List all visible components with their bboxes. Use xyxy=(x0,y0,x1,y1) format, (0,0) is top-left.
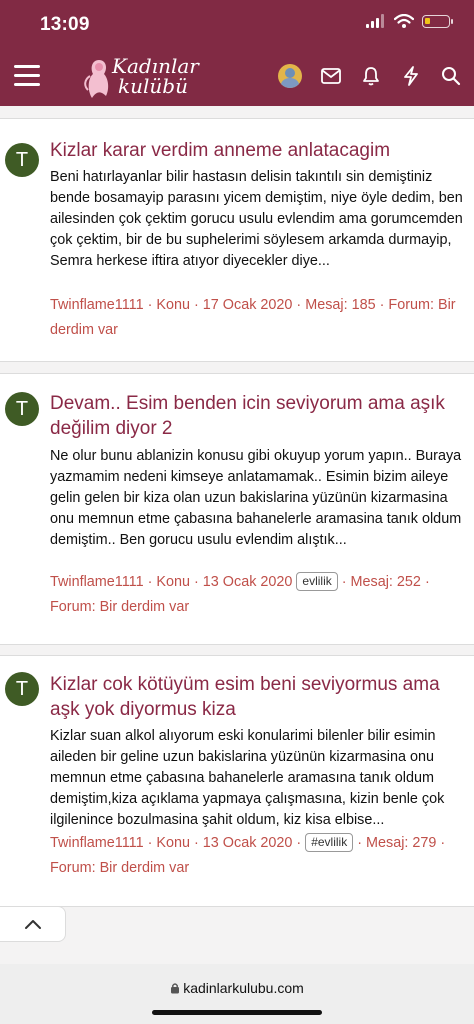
result-avatar[interactable]: T xyxy=(5,392,39,426)
result-snippet: Kizlar suan alkol alıyorum eski konulari… xyxy=(50,728,445,828)
chevron-up-icon xyxy=(24,920,41,929)
result-meta: Twinflame1111 · Konu · 13 Ocak 2020 · #e… xyxy=(50,833,446,876)
wifi-icon xyxy=(394,14,414,28)
home-indicator[interactable] xyxy=(152,1010,322,1015)
result-type: Konu xyxy=(156,297,190,313)
site-logo[interactable]: Kadınlar kulübü xyxy=(84,56,204,102)
hamburger-menu-icon[interactable] xyxy=(14,65,40,87)
result-type: Konu xyxy=(156,835,190,851)
result-forum[interactable]: Forum: Bir derdim var xyxy=(50,599,189,615)
result-replies: Mesaj: 252 xyxy=(350,574,421,590)
result-meta: Twinflame1111 · Konu · 17 Ocak 2020 · Me… xyxy=(50,297,456,338)
result-date: 13 Ocak 2020 xyxy=(202,835,293,851)
app-header: 13:09 Kadınlar kulübü xyxy=(0,0,474,106)
result-tag[interactable]: evlilik xyxy=(296,572,338,591)
logo-text: Kadınlar kulübü xyxy=(112,56,199,96)
result-title[interactable]: Kizlar karar verdim anneme anlatacagim xyxy=(50,138,465,163)
result-title[interactable]: Kizlar cok kötüyüm esim beni seviyormus … xyxy=(50,672,465,722)
header-nav xyxy=(278,64,462,88)
result-author[interactable]: Twinflame1111 xyxy=(50,574,144,590)
result-replies: Mesaj: 185 xyxy=(305,297,376,313)
result-forum[interactable]: Forum: Bir derdim var xyxy=(50,860,189,876)
result-replies: Mesaj: 279 xyxy=(366,835,437,851)
result-snippet: Beni hatırlayanlar bilir hastasın delisi… xyxy=(50,169,463,269)
result-item: T Kizlar cok kötüyüm esim beni seviyormu… xyxy=(0,655,474,907)
result-snippet: Ne olur bunu ablanizin konusu gibi okuyu… xyxy=(50,448,462,548)
bell-icon[interactable] xyxy=(360,65,382,87)
result-tag[interactable]: #evlilik xyxy=(305,833,354,852)
logo-line2: kulübü xyxy=(118,74,188,98)
search-icon[interactable] xyxy=(440,65,462,87)
result-date: 17 Ocak 2020 xyxy=(202,297,293,313)
browser-url-bar: kadinlarkulubu.com xyxy=(0,964,474,1024)
result-item: T Kizlar karar verdim anneme anlatacagim… xyxy=(0,118,474,362)
scroll-top-button[interactable] xyxy=(0,906,66,942)
status-time: 13:09 xyxy=(40,14,90,35)
result-type: Konu xyxy=(156,574,190,590)
battery-icon xyxy=(422,14,453,28)
signal-icon xyxy=(366,14,384,28)
result-meta: Twinflame1111 · Konu · 13 Ocak 2020 evli… xyxy=(50,572,430,615)
result-item: T Devam.. Esim benden icin seviyorum ama… xyxy=(0,373,474,645)
result-avatar[interactable]: T xyxy=(5,143,39,177)
envelope-icon[interactable] xyxy=(320,65,342,87)
lock-icon xyxy=(171,983,180,994)
result-date: 13 Ocak 2020 xyxy=(202,574,293,590)
address-bar[interactable]: kadinlarkulubu.com xyxy=(0,980,474,996)
result-avatar[interactable]: T xyxy=(5,672,39,706)
status-icons xyxy=(366,14,453,28)
user-avatar[interactable] xyxy=(278,64,302,88)
result-author[interactable]: Twinflame1111 xyxy=(50,297,144,313)
result-author[interactable]: Twinflame1111 xyxy=(50,835,144,851)
url-text: kadinlarkulubu.com xyxy=(183,980,304,996)
lightning-icon[interactable] xyxy=(400,65,422,87)
result-title[interactable]: Devam.. Esim benden icin seviyorum ama a… xyxy=(50,391,465,441)
logo-figure-icon xyxy=(84,60,109,98)
